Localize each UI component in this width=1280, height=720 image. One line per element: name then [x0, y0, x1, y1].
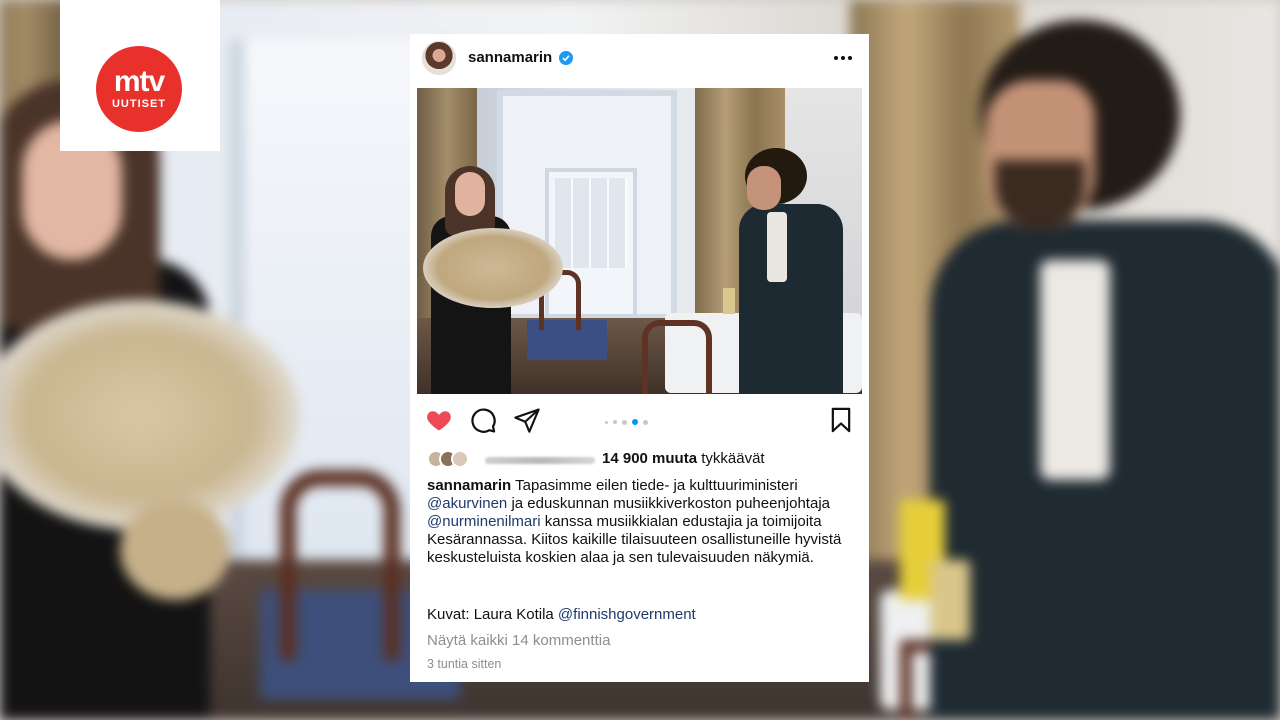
mtv-uutiset-logo: mtv UUTISET — [60, 0, 220, 151]
carousel-dot — [643, 419, 648, 425]
logo-subtitle: UUTISET — [111, 98, 167, 110]
more-horizontal-icon[interactable] — [834, 56, 854, 62]
carousel-dot — [605, 420, 608, 424]
verified-badge-icon — [559, 51, 573, 65]
mention-link[interactable]: @akurvinen — [427, 495, 507, 512]
caption-text: Tapasimme eilen tiede- ja kulttuuriminis… — [515, 477, 798, 494]
heart-filled-icon[interactable] — [425, 406, 453, 434]
mention-link[interactable]: @nurminenilmari — [427, 513, 541, 530]
post-username[interactable]: sannamarin — [468, 49, 552, 66]
instagram-post: sannamarin 14 900 muuta tykkäävät sannam… — [410, 34, 869, 682]
likes-row: 14 900 muuta tykkäävät — [427, 448, 857, 470]
blurred-liker-name — [485, 457, 595, 464]
carousel-dot-active — [632, 419, 638, 425]
view-comments-link[interactable]: Näytä kaikki 14 kommenttia — [427, 632, 610, 649]
carousel-indicator — [605, 419, 675, 425]
logo-circle: mtv UUTISET — [96, 46, 182, 132]
post-header: sannamarin — [410, 34, 869, 84]
post-photo[interactable] — [417, 88, 862, 394]
caption-username[interactable]: sannamarin — [427, 477, 511, 494]
comment-icon[interactable] — [469, 406, 497, 434]
likes-suffix: tykkäävät — [701, 450, 765, 467]
photo-credits: Kuvat: Laura Kotila @finnishgovernment — [427, 606, 847, 624]
logo-brand: mtv — [113, 65, 165, 98]
post-caption: sannamarin Tapasimme eilen tiede- ja kul… — [427, 477, 847, 567]
credits-text: Kuvat: Laura Kotila — [427, 606, 554, 623]
likes-count[interactable]: 14 900 muuta — [602, 450, 697, 467]
carousel-dot — [613, 420, 617, 424]
avatar[interactable] — [422, 41, 456, 75]
bookmark-icon[interactable] — [827, 406, 855, 434]
post-actions — [410, 404, 869, 440]
send-icon[interactable] — [513, 406, 541, 434]
caption-text: ja eduskunnan musiikkiverkoston puheenjo… — [511, 495, 830, 512]
liker-avatar[interactable] — [451, 450, 469, 468]
carousel-dot — [622, 419, 627, 425]
likes-text[interactable]: 14 900 muuta tykkäävät — [602, 450, 765, 467]
mention-link[interactable]: @finnishgovernment — [558, 606, 696, 623]
post-timestamp: 3 tuntia sitten — [427, 657, 502, 671]
